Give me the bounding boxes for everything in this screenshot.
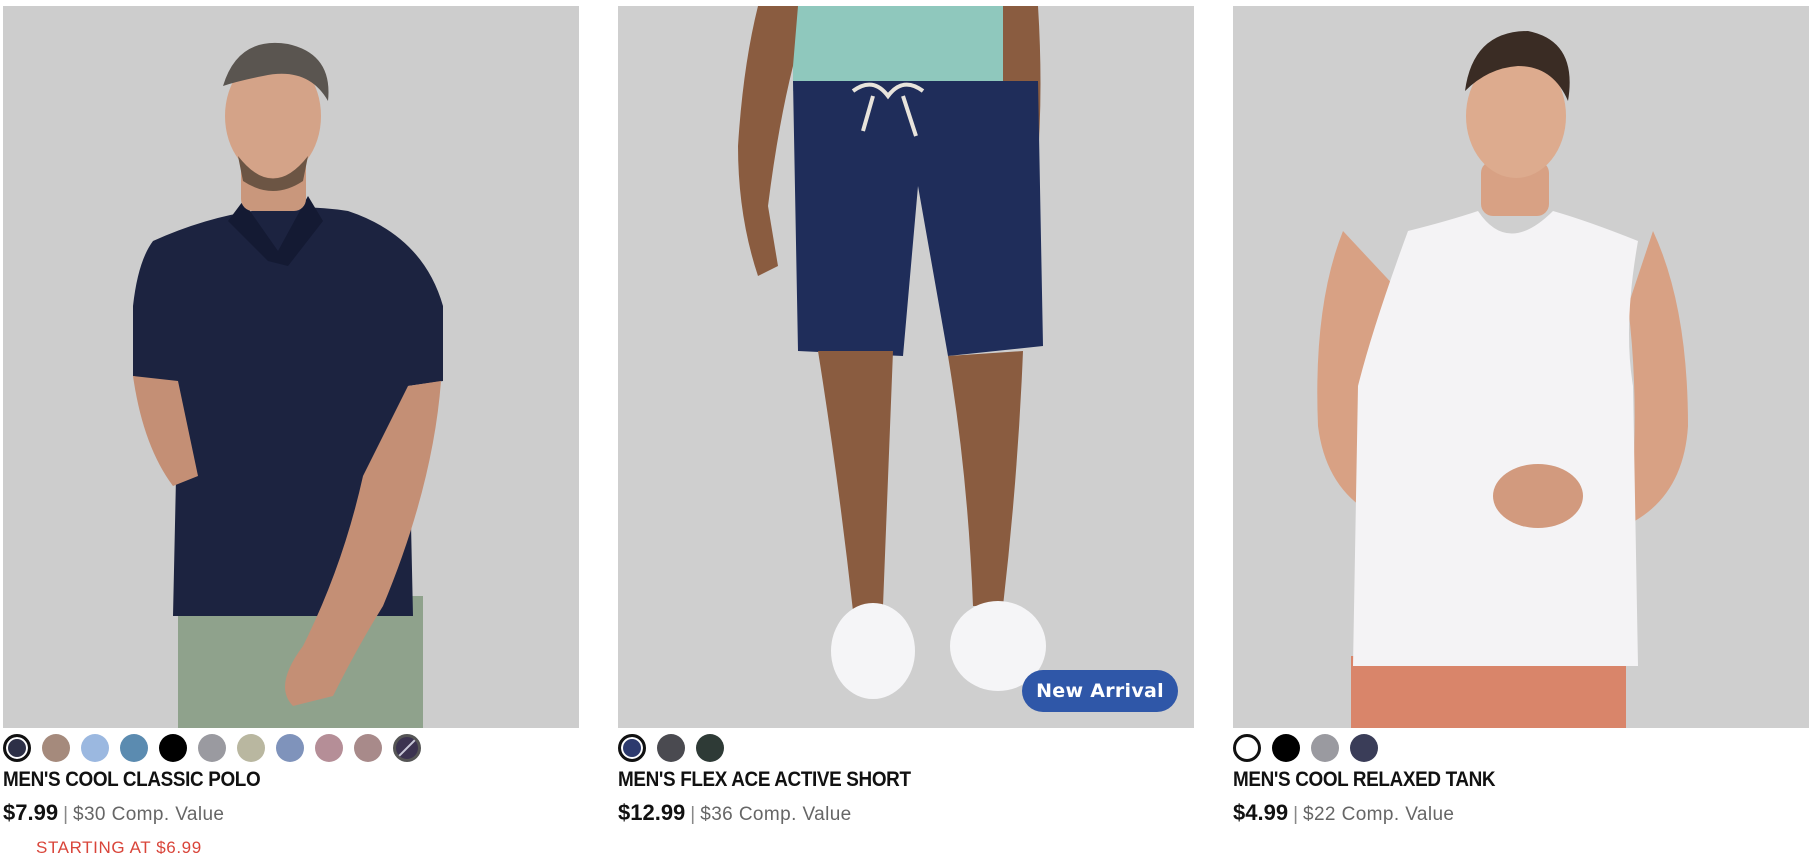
color-swatch[interactable] xyxy=(696,734,724,762)
product-photo-short xyxy=(618,6,1194,728)
color-swatch[interactable] xyxy=(1311,734,1339,762)
product-card[interactable]: New Arrival MEN'S FLEX ACE ACTIVE SHORT … xyxy=(618,0,1194,825)
product-image[interactable]: New Arrival xyxy=(618,6,1194,728)
color-swatches xyxy=(618,733,724,763)
color-swatch[interactable] xyxy=(1350,734,1378,762)
price-separator: | xyxy=(690,804,696,825)
price-row: $12.99 | $36 Comp. Value xyxy=(618,800,852,826)
color-swatch[interactable] xyxy=(3,734,31,762)
price-row: $7.99 | $30 Comp. Value xyxy=(3,800,224,826)
color-swatch[interactable] xyxy=(1233,734,1261,762)
color-swatches xyxy=(3,733,421,763)
promo-text: STARTING AT $6.99 xyxy=(36,838,202,854)
color-swatch[interactable] xyxy=(237,734,265,762)
color-swatch-pattern[interactable] xyxy=(393,734,421,762)
color-swatches xyxy=(1233,733,1378,763)
product-image[interactable] xyxy=(3,6,579,728)
color-swatch[interactable] xyxy=(354,734,382,762)
product-card[interactable]: MEN'S COOL CLASSIC POLO $7.99 | $30 Comp. … xyxy=(3,0,579,854)
color-swatch[interactable] xyxy=(81,734,109,762)
color-swatch[interactable] xyxy=(1272,734,1300,762)
comp-value: $22 Comp. Value xyxy=(1303,804,1455,825)
color-swatch[interactable] xyxy=(657,734,685,762)
color-swatch[interactable] xyxy=(198,734,226,762)
product-name[interactable]: MEN'S COOL CLASSIC POLO xyxy=(3,768,261,792)
price-separator: | xyxy=(1293,804,1298,825)
color-swatch[interactable] xyxy=(120,734,148,762)
sale-price: $7.99 xyxy=(3,800,59,825)
product-photo-polo xyxy=(3,6,579,728)
product-photo-tank xyxy=(1233,6,1809,728)
price-separator: | xyxy=(63,804,68,825)
product-card[interactable]: MEN'S COOL RELAXED TANK $4.99 | $22 Comp. … xyxy=(1233,0,1809,825)
color-swatch[interactable] xyxy=(618,734,646,762)
color-swatch[interactable] xyxy=(159,734,187,762)
product-image[interactable] xyxy=(1233,6,1809,728)
new-arrival-badge: New Arrival xyxy=(1022,670,1178,712)
comp-value: $30 Comp. Value xyxy=(73,804,225,825)
color-swatch[interactable] xyxy=(315,734,343,762)
sale-price: $12.99 xyxy=(618,800,686,825)
product-name[interactable]: MEN'S COOL RELAXED TANK xyxy=(1233,768,1496,792)
sale-price: $4.99 xyxy=(1233,800,1289,825)
color-swatch[interactable] xyxy=(276,734,304,762)
product-name[interactable]: MEN'S FLEX ACE ACTIVE SHORT xyxy=(618,768,911,792)
comp-value: $36 Comp. Value xyxy=(700,804,852,825)
color-swatch[interactable] xyxy=(42,734,70,762)
price-row: $4.99 | $22 Comp. Value xyxy=(1233,800,1454,826)
